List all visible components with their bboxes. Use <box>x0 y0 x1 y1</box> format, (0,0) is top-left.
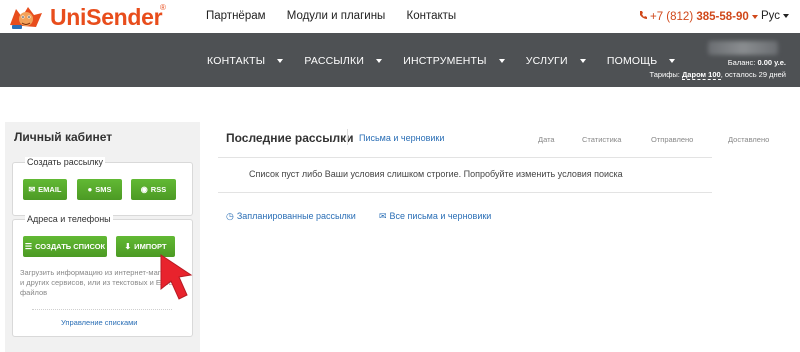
scheduled-mailings-link[interactable]: ◷ Запланированные рассылки <box>226 211 356 222</box>
download-icon: ⬇ <box>124 242 132 251</box>
all-letters-label: Все письма и черновики <box>389 211 492 221</box>
create-list-button[interactable]: ☰ СОЗДАТЬ СПИСОК <box>23 236 107 257</box>
nav-services-label: УСЛУГИ <box>525 55 568 67</box>
table-footer-divider <box>218 192 712 193</box>
all-letters-link[interactable]: ✉ Все письма и черновики <box>379 211 491 222</box>
top-header: UniSender ® Партнёрам Модули и плагины К… <box>0 0 800 33</box>
nav-tools-label: ИНСТРУМЕНТЫ <box>403 55 487 67</box>
email-button[interactable]: ✉ EMAIL <box>23 179 67 200</box>
phone-prefix: +7 (812) <box>650 11 697 23</box>
title-separator <box>347 129 348 145</box>
main-nav-band: КОНТАКТЫ РАССЫЛКИ ИНСТРУМЕНТЫ УСЛУГИ ПОМ… <box>0 33 800 87</box>
email-button-label: EMAIL <box>38 185 62 194</box>
recent-mailings-title: Последние рассылки <box>226 131 354 145</box>
tariff-label: Тарифы: <box>649 70 682 79</box>
phone-icon <box>640 11 647 19</box>
brand-name: UniSender <box>50 4 163 30</box>
nav-tools[interactable]: ИНСТРУМЕНТЫ <box>403 55 513 67</box>
personal-cabinet-panel: Личный кабинет Создать рассылку ✉ EMAIL ●… <box>5 122 200 352</box>
tab-letters-drafts[interactable]: Письма и черновики <box>359 133 444 143</box>
table-header-divider <box>218 157 712 158</box>
column-delivered[interactable]: Доставлено <box>728 135 769 144</box>
chevron-down-icon <box>783 13 790 18</box>
phone-number[interactable]: +7 (812) 385-58-90 <box>639 10 758 23</box>
top-nav: Партнёрам Модули и плагины Контакты <box>206 10 474 22</box>
chevron-down-icon <box>498 59 505 64</box>
clock-icon: ◷ <box>226 211 234 221</box>
envelope-icon: ✉ <box>379 211 387 221</box>
tariff-days-left: , осталось 29 дней <box>720 70 786 79</box>
topnav-modules[interactable]: Модули и плагины <box>287 10 386 22</box>
chat-bubble-icon: ● <box>87 185 93 194</box>
nav-services[interactable]: УСЛУГИ <box>526 55 595 67</box>
nav-contacts-label: КОНТАКТЫ <box>207 55 266 67</box>
sms-button[interactable]: ● SMS <box>77 179 122 200</box>
language-selector[interactable]: Рус <box>761 10 790 22</box>
chevron-down-icon <box>751 14 758 19</box>
language-label: Рус <box>761 10 781 22</box>
scheduled-mailings-label: Запланированные рассылки <box>236 211 356 221</box>
topnav-partners[interactable]: Партнёрам <box>206 10 266 22</box>
empty-list-message: Список пуст либо Ваши условия слишком ст… <box>249 169 623 179</box>
chevron-down-icon <box>579 59 586 64</box>
divider <box>32 309 172 310</box>
nav-help[interactable]: ПОМОЩЬ <box>607 55 685 67</box>
list-icon: ☰ <box>24 242 33 251</box>
tariff-value[interactable]: Даром 100 <box>681 70 721 80</box>
envelope-icon: ✉ <box>28 185 36 194</box>
column-statistics[interactable]: Статистика <box>582 135 621 144</box>
rss-button[interactable]: ◉ RSS <box>131 179 176 200</box>
create-mailing-box: Создать рассылку ✉ EMAIL ● SMS ◉ RSS <box>12 157 193 216</box>
column-date[interactable]: Дата <box>538 135 555 144</box>
chevron-down-icon <box>277 59 284 64</box>
chevron-down-icon <box>669 59 676 64</box>
manage-lists-link[interactable]: Управление списками <box>61 318 138 327</box>
chevron-down-icon <box>376 59 383 64</box>
import-label: ИМПОРТ <box>134 242 167 251</box>
main-nav: КОНТАКТЫ РАССЫЛКИ ИНСТРУМЕНТЫ УСЛУГИ ПОМ… <box>207 55 693 67</box>
nav-contacts[interactable]: КОНТАКТЫ <box>207 55 292 67</box>
create-mailing-label: Создать рассылку <box>25 157 105 167</box>
rss-icon: ◉ <box>140 185 148 194</box>
red-arrow-pointer-icon <box>160 254 193 300</box>
balance-label: Баланс: <box>727 58 758 67</box>
fox-mascot-icon <box>10 7 42 29</box>
balance-value: 0.00 у.е. <box>757 58 786 67</box>
create-list-label: СОЗДАТЬ СПИСОК <box>35 242 106 251</box>
logo[interactable]: UniSender ® <box>6 3 181 31</box>
panel-title: Личный кабинет <box>14 130 113 144</box>
sms-button-label: SMS <box>95 185 112 194</box>
phone-main: 385-58-90 <box>696 11 749 23</box>
nav-mailings[interactable]: РАССЫЛКИ <box>304 55 391 67</box>
brand-registered-mark: ® <box>160 3 166 12</box>
user-email-blurred[interactable] <box>708 41 778 55</box>
nav-help-label: ПОМОЩЬ <box>606 55 658 67</box>
nav-mailings-label: РАССЫЛКИ <box>304 55 365 67</box>
account-tariff: Тарифы: Даром 100, осталось 29 дней <box>649 70 786 80</box>
column-sent[interactable]: Отправлено <box>651 135 693 144</box>
topnav-contacts[interactable]: Контакты <box>407 10 457 22</box>
account-balance: Баланс: 0.00 у.е. <box>728 58 786 67</box>
contacts-box-label: Адреса и телефоны <box>25 214 113 224</box>
rss-button-label: RSS <box>150 185 167 194</box>
